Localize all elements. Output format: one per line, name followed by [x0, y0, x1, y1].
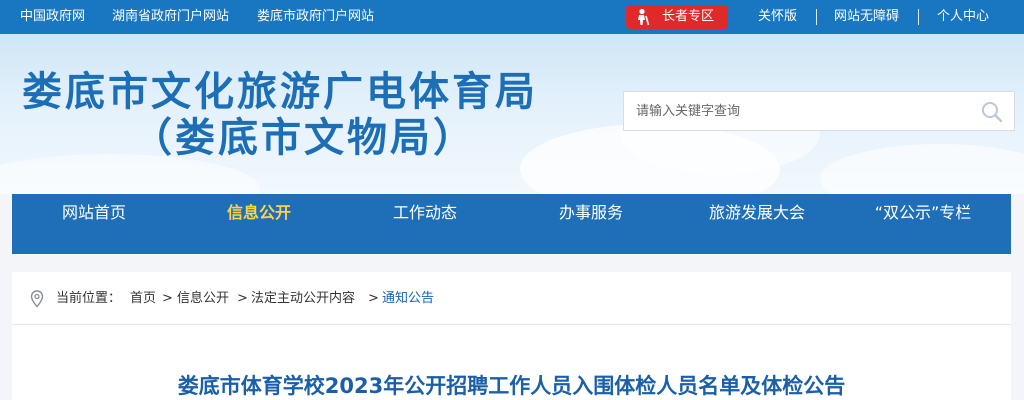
- nav-item-info-disclosure[interactable]: 信息公开: [184, 202, 334, 224]
- breadcrumb-prefix: 当前位置：: [56, 291, 122, 306]
- breadcrumb: 当前位置： 首页 > 信息公开 > 法定主动公开内容 > 通知公告: [12, 272, 1011, 325]
- divider: [816, 9, 817, 25]
- elder-zone-label: 长者专区: [662, 9, 715, 24]
- nav-item-work-news[interactable]: 工作动态: [350, 202, 500, 224]
- search-icon[interactable]: [980, 100, 1004, 124]
- article-title: 娄底市体育学校2023年公开招聘工作人员入围体检人员名单及体检公告: [177, 374, 846, 398]
- top-bar: 中国政府网 湖南省政府门户网站 娄底市政府门户网站 长者专区 关怀版 网站无障碍…: [0, 0, 1024, 34]
- link-china-gov[interactable]: 中国政府网: [20, 9, 85, 25]
- nav-item-home[interactable]: 网站首页: [19, 202, 169, 224]
- breadcrumb-separator: >: [237, 291, 248, 306]
- nav-item-services[interactable]: 办事服务: [516, 202, 666, 224]
- search-input[interactable]: [634, 97, 968, 125]
- nav-item-tourism-conference[interactable]: 旅游发展大会: [682, 202, 832, 224]
- breadcrumb-statutory-content[interactable]: 法定主动公开内容: [251, 291, 355, 307]
- breadcrumb-separator: >: [162, 291, 173, 306]
- site-title: 娄底市文化旅游广电体育局: [22, 69, 538, 115]
- link-care-version[interactable]: 关怀版: [758, 9, 797, 25]
- content-panel: 当前位置： 首页 > 信息公开 > 法定主动公开内容 > 通知公告 娄底市体育学…: [12, 272, 1011, 400]
- breadcrumb-notices[interactable]: 通知公告: [382, 291, 434, 307]
- link-hunan-gov[interactable]: 湖南省政府门户网站: [112, 9, 229, 25]
- link-personal-center[interactable]: 个人中心: [937, 9, 989, 25]
- link-loudi-gov[interactable]: 娄底市政府门户网站: [257, 9, 374, 25]
- link-accessibility[interactable]: 网站无障碍: [834, 9, 899, 25]
- elder-zone-button[interactable]: 长者专区: [626, 5, 728, 29]
- breadcrumb-separator: >: [368, 291, 379, 306]
- search-box: [623, 91, 1015, 131]
- elder-person-icon: [638, 8, 650, 26]
- breadcrumb-home[interactable]: 首页: [130, 291, 156, 307]
- breadcrumb-info-disclosure[interactable]: 信息公开: [177, 291, 229, 307]
- site-subtitle: （娄底市文物局）: [132, 115, 476, 161]
- divider: [918, 9, 919, 25]
- nav-item-double-disclosure[interactable]: “双公示”专栏: [848, 202, 998, 224]
- main-nav: 网站首页 信息公开 工作动态 办事服务 旅游发展大会 “双公示”专栏: [12, 194, 1011, 254]
- header-banner: 娄底市文化旅游广电体育局 （娄底市文物局）: [0, 34, 1024, 194]
- cloud-decoration: [820, 144, 1024, 194]
- location-pin-icon: [30, 290, 44, 308]
